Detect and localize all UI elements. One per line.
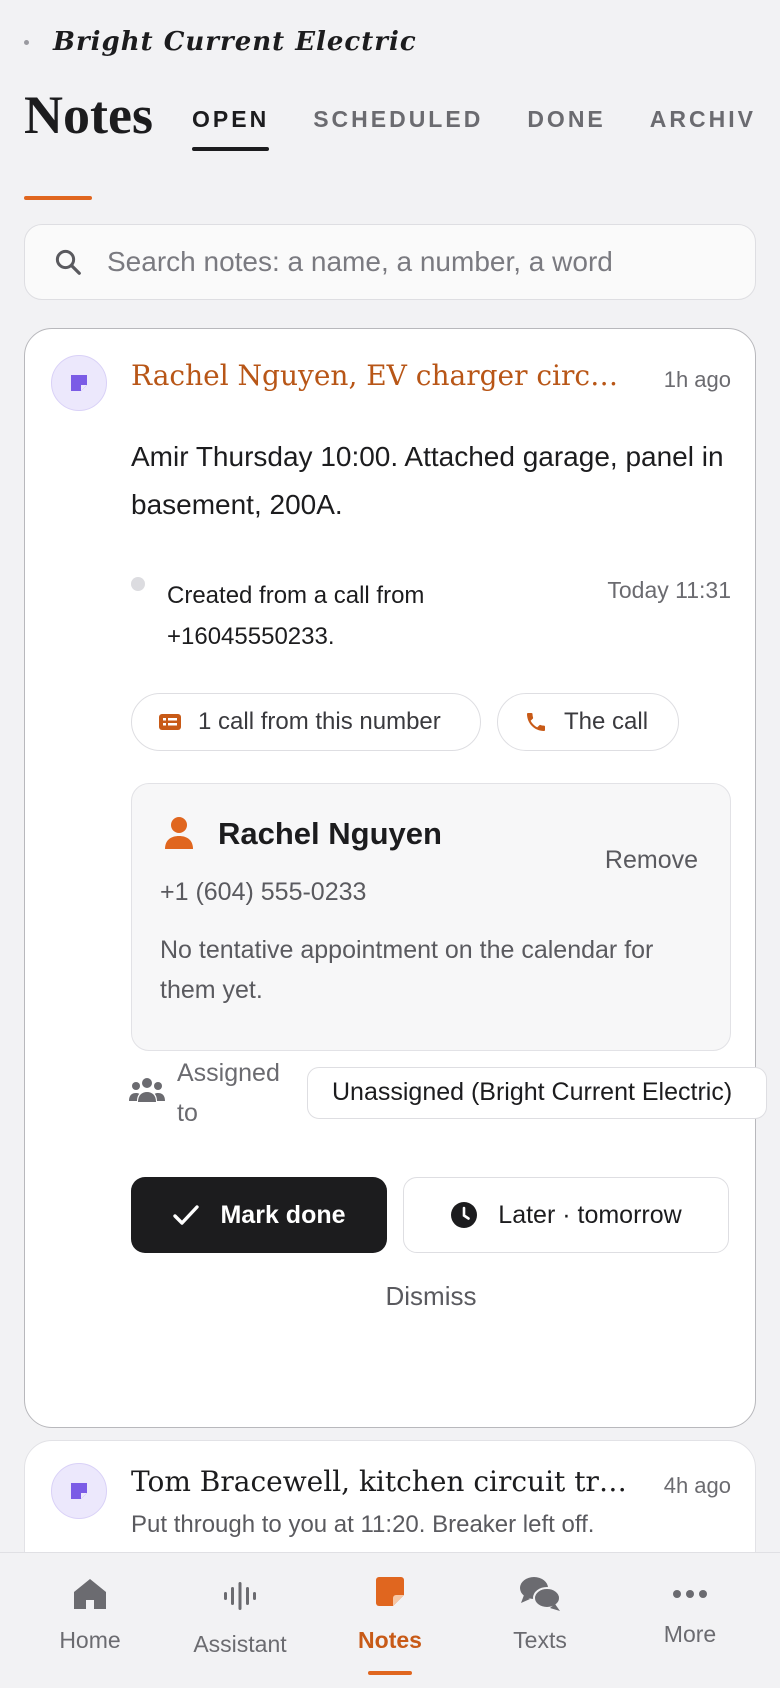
nav-more-label: More xyxy=(663,1621,717,1647)
nav-texts-label: Texts xyxy=(513,1627,567,1653)
nav-assistant-label: Assistant xyxy=(193,1631,287,1657)
call-log-chip-label: 1 call from this number xyxy=(198,708,441,735)
contact-name: Rachel Nguyen xyxy=(218,816,442,851)
contact-phone: +1 (604) 555-0233 xyxy=(160,878,367,906)
clock-icon xyxy=(451,1202,478,1228)
note-timestamp: 1h ago xyxy=(663,367,731,392)
more-dots-icon xyxy=(673,1590,707,1598)
snooze-later-label: Later · tomorrow xyxy=(498,1200,682,1229)
search-icon xyxy=(55,249,81,275)
the-call-chip-label: The call xyxy=(564,708,649,735)
note-type-badge xyxy=(51,355,107,411)
dismiss-button[interactable]: Dismiss xyxy=(131,1281,731,1312)
tab-done[interactable]: DONE xyxy=(527,106,605,151)
assigned-to-label: Assigned to xyxy=(177,1059,280,1127)
home-icon xyxy=(74,1579,106,1609)
brand-name: Bright Current Electric xyxy=(53,27,417,57)
note-icon xyxy=(71,375,87,391)
note-type-badge xyxy=(51,1463,107,1519)
team-icon xyxy=(129,1078,165,1102)
note-title[interactable]: Tom Bracewell, kitchen circuit tri... xyxy=(131,1465,631,1498)
brand-dot xyxy=(24,39,29,45)
bottom-navigation: Home Assistant Notes Texts More xyxy=(0,1552,780,1688)
page-title: Notes xyxy=(24,85,153,145)
mark-done-label: Mark done xyxy=(220,1200,346,1229)
search-bar[interactable] xyxy=(24,224,756,300)
tab-archive[interactable]: ARCHIV xyxy=(650,106,756,151)
call-log-chip[interactable]: 1 call from this number xyxy=(131,693,481,751)
remove-contact-button[interactable]: Remove xyxy=(605,846,698,875)
phone-icon xyxy=(527,713,545,731)
note-icon xyxy=(376,1577,404,1606)
note-timestamp: 4h ago xyxy=(663,1473,731,1498)
assignee-select[interactable]: Unassigned (Bright Current Electric) xyxy=(307,1067,767,1119)
mark-done-button[interactable]: Mark done xyxy=(131,1177,387,1253)
checkmark-icon xyxy=(173,1205,200,1225)
timeline-event-text: Created from a call from +16045550233. xyxy=(167,582,425,650)
nav-active-indicator xyxy=(368,1671,412,1675)
note-icon xyxy=(71,1483,87,1499)
note-body: Amir Thursday 10:00. Attached garage, pa… xyxy=(131,441,724,520)
call-log-icon xyxy=(159,714,181,730)
tab-scheduled[interactable]: SCHEDULED xyxy=(313,106,483,151)
snooze-later-button[interactable]: Later · tomorrow xyxy=(403,1177,729,1253)
note-preview: Put through to you at 11:20. Breaker lef… xyxy=(131,1511,595,1538)
note-title[interactable]: Rachel Nguyen, EV charger circuit... xyxy=(131,359,631,392)
waveform-icon xyxy=(224,1582,256,1610)
contact-card: Rachel Nguyen Remove +1 (604) 555-0233 N… xyxy=(131,783,731,1051)
note-card[interactable]: Rachel Nguyen, EV charger circuit... 1h … xyxy=(24,328,767,1428)
nav-home-label: Home xyxy=(59,1627,121,1653)
nav-notes-label: Notes xyxy=(358,1627,422,1653)
tab-open[interactable]: OPEN xyxy=(192,106,270,151)
accent-divider xyxy=(24,196,92,200)
search-input[interactable] xyxy=(107,246,727,278)
timeline-dot xyxy=(131,577,145,591)
title-row: Notes OPEN SCHEDULED DONE ARCHIV xyxy=(24,84,780,164)
brand-header: Bright Current Electric xyxy=(24,24,417,60)
timeline-event-time: Today 11:31 xyxy=(607,577,731,603)
person-icon xyxy=(165,817,193,849)
tab-bar: OPEN SCHEDULED DONE ARCHIV xyxy=(192,106,780,151)
chat-bubbles-icon xyxy=(520,1577,561,1611)
contact-appointment-note: No tentative appointment on the calendar… xyxy=(160,936,654,1004)
the-call-chip[interactable]: The call xyxy=(497,693,679,751)
